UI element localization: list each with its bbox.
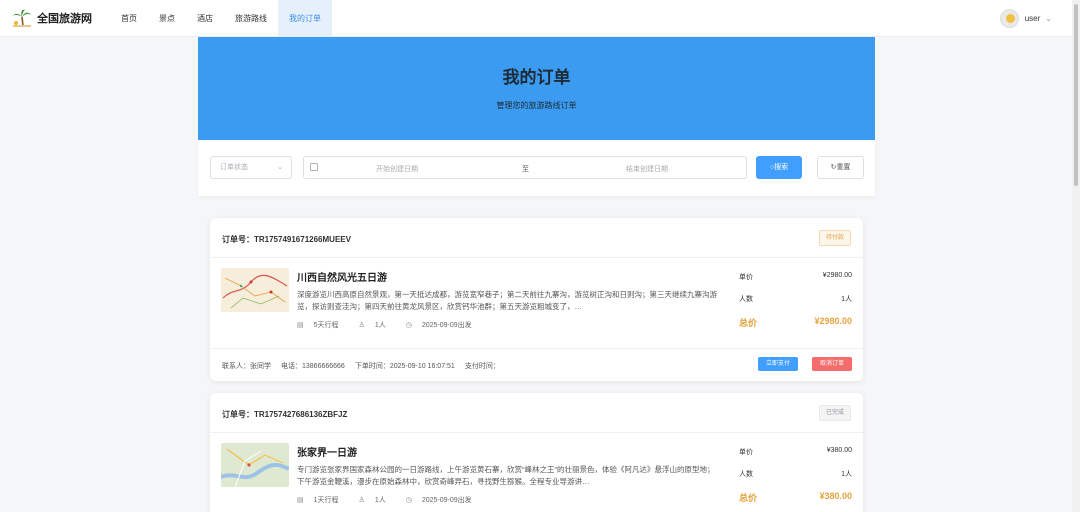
nav-my-orders[interactable]: 我的订单	[278, 0, 332, 37]
chevron-down-icon: ⌄	[1045, 14, 1052, 23]
palm-tree-icon	[13, 9, 31, 27]
people-count-label: 人数	[739, 296, 753, 303]
brand-logo[interactable]: 全国旅游网	[12, 9, 92, 27]
route-meta: ▤ 1天行程 ♙ 1人 ◷ 2025-09-09出发	[297, 495, 492, 505]
duration-meta: ▤ 1天行程	[297, 495, 349, 505]
user-menu[interactable]: user ⌄	[999, 9, 1052, 28]
total-price-label: 总价	[739, 318, 758, 328]
main-nav: 首页 景点 酒店 旅游路线 我的订单	[110, 0, 332, 37]
page-scrollbar[interactable]	[1072, 0, 1080, 512]
order-status-select[interactable]: 订单状态 ⌄	[210, 156, 292, 179]
user-name: user	[1024, 14, 1041, 23]
page-subtitle: 管理您的旅游路线订单	[496, 101, 577, 110]
nav-attractions[interactable]: 景点	[148, 0, 186, 37]
departure-text: 2025-09-09出发	[421, 322, 472, 329]
people-count-value: 1人	[841, 471, 852, 478]
start-date-input[interactable]: 开始创建日期	[376, 164, 418, 174]
calendar-icon: ▤	[297, 497, 304, 504]
created-date-range-picker[interactable]: 开始创建日期 至 结束创建日期	[303, 156, 747, 179]
page-header-banner: 我的订单 管理您的旅游路线订单	[198, 37, 875, 140]
people-count-label: 人数	[739, 471, 753, 478]
route-description: 专门游览张家界国家森林公园的一日游路线，上午游览黄石寨，欣赏“峰林之王”的壮丽景…	[297, 465, 715, 486]
route-meta: ▤ 5天行程 ♙ 1人 ◷ 2025-09-09出发	[297, 320, 492, 330]
price-summary: 单价 ¥380.00 人数 1人 总价 ¥380.00	[739, 443, 852, 509]
people-meta: ♙ 1人	[359, 320, 396, 330]
order-card: 订单号：TR1757427686136ZBFJZ 已完成 张家界一日游 专门游览…	[210, 393, 863, 512]
order-contact-info: 联系人：张同学 电话：13866666666 下单时间：2025-09-10 1…	[222, 361, 510, 371]
route-title[interactable]: 川西自然风光五日游	[297, 269, 387, 284]
people-meta: ♙ 1人	[359, 495, 396, 505]
nav-hotels[interactable]: 酒店	[186, 0, 224, 37]
nav-routes[interactable]: 旅游路线	[224, 0, 278, 37]
total-price-value: ¥2980.00	[814, 316, 852, 326]
order-card-header: 订单号：TR1757427686136ZBFJZ 已完成	[210, 393, 863, 433]
order-number: 订单号：TR1757427686136ZBFJZ	[222, 410, 348, 419]
top-navbar: 全国旅游网 首页 景点 酒店 旅游路线 我的订单 user ⌄	[0, 0, 1072, 37]
search-button-label: 搜索	[774, 164, 789, 171]
cancel-order-button[interactable]: 取消订单	[812, 357, 852, 371]
price-summary: 单价 ¥2980.00 人数 1人 总价 ¥2980.00	[739, 268, 852, 334]
order-number: 订单号：TR1757491671266MUEEV	[222, 235, 351, 244]
status-badge: 已完成	[818, 405, 851, 421]
user-icon: ♙	[358, 497, 365, 504]
order-card: 订单号：TR1757491671266MUEEV 待付款 川西自然风光五日游 深…	[210, 218, 863, 381]
user-icon: ♙	[358, 322, 365, 329]
brand-name: 全国旅游网	[37, 13, 92, 25]
page-title: 我的订单	[502, 68, 571, 87]
clock-icon: ◷	[405, 322, 412, 329]
route-map-thumbnail	[221, 268, 289, 312]
end-date-input[interactable]: 结束创建日期	[626, 164, 668, 174]
calendar-icon	[310, 163, 318, 171]
unit-price-label: 单价	[739, 449, 753, 456]
order-created-time: 下单时间：2025-09-10 16:07:51	[354, 363, 455, 370]
reset-button-label: 重置	[836, 164, 851, 171]
people-text: 1人	[374, 322, 386, 329]
departure-meta: ◷ 2025-09-09出发	[406, 495, 482, 505]
nav-home[interactable]: 首页	[110, 0, 148, 37]
departure-meta: ◷ 2025-09-09出发	[406, 320, 482, 330]
order-card-footer: 联系人：张同学 电话：13866666666 下单时间：2025-09-10 1…	[210, 348, 863, 381]
scrollbar-thumb[interactable]	[1074, 4, 1078, 186]
pay-now-button[interactable]: 立即支付	[758, 357, 798, 371]
route-title[interactable]: 张家界一日游	[297, 444, 357, 459]
contact-name: 联系人：张同学	[222, 363, 271, 370]
order-filter-bar: 订单状态 ⌄ 开始创建日期 至 结束创建日期 ○搜索 ↻重置	[198, 140, 875, 196]
duration-text: 1天行程	[313, 497, 339, 504]
unit-price-label: 单价	[739, 274, 753, 281]
order-paid-time: 支付时间：	[464, 363, 500, 370]
unit-price-value: ¥380.00	[826, 447, 852, 454]
reset-button[interactable]: ↻重置	[817, 156, 864, 179]
duration-text: 5天行程	[313, 322, 339, 329]
calendar-icon: ▤	[297, 322, 304, 329]
search-button[interactable]: ○搜索	[756, 156, 802, 179]
chevron-down-icon: ⌄	[277, 164, 283, 171]
duration-meta: ▤ 5天行程	[297, 320, 349, 330]
departure-text: 2025-09-09出发	[421, 497, 472, 504]
contact-phone: 电话：13866666666	[281, 363, 345, 370]
people-text: 1人	[374, 497, 386, 504]
avatar	[999, 9, 1019, 28]
route-description: 深度游览川西高原自然景观，第一天抵达成都，游览宽窄巷子；第二天前往九寨沟，游览树…	[297, 290, 717, 311]
unit-price-value: ¥2980.00	[822, 272, 852, 279]
order-card-header: 订单号：TR1757491671266MUEEV 待付款	[210, 218, 863, 258]
route-map-thumbnail	[221, 443, 289, 487]
total-price-label: 总价	[739, 493, 758, 503]
clock-icon: ◷	[405, 497, 412, 504]
total-price-value: ¥380.00	[819, 491, 852, 501]
people-count-value: 1人	[841, 296, 852, 303]
order-status-placeholder: 订单状态	[220, 164, 248, 171]
date-range-separator: 至	[522, 166, 529, 173]
status-badge: 待付款	[818, 230, 851, 246]
